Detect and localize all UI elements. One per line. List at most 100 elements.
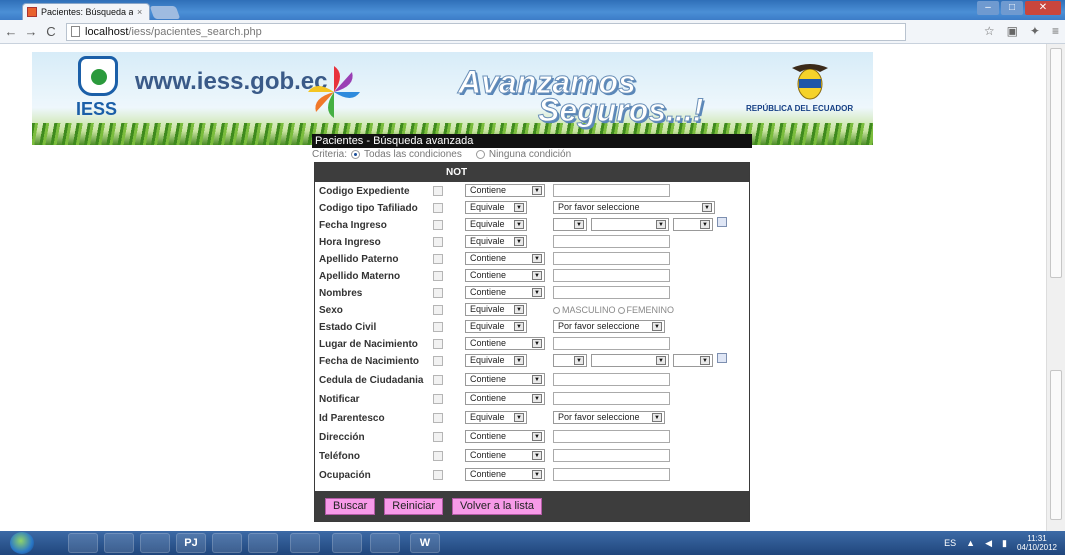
address-bar[interactable]: localhost /iess/pacientes_search.php [66, 22, 906, 41]
close-window-button[interactable]: ✕ [1025, 1, 1061, 15]
start-button-icon[interactable] [10, 532, 34, 554]
value-input[interactable] [553, 392, 670, 405]
ie-icon[interactable] [140, 533, 170, 553]
operator-select[interactable]: Contiene ▼ [465, 373, 545, 386]
calendar-icon[interactable] [717, 353, 727, 363]
operator-select[interactable]: Equivale ▼ [465, 303, 527, 316]
clock[interactable]: 11:31 04/10/2012 [1017, 534, 1057, 552]
operator-select[interactable]: Contiene ▼ [465, 184, 545, 197]
value-input[interactable] [553, 430, 670, 443]
scrollbar-thumb-upper[interactable] [1050, 48, 1062, 278]
not-checkbox[interactable] [433, 432, 443, 442]
operator-select[interactable]: Equivale ▼ [465, 354, 527, 367]
tray-arrow-icon[interactable]: ▲ [966, 538, 975, 548]
year-select[interactable]: ▼ [673, 354, 713, 367]
reset-button[interactable]: Reiniciar [384, 497, 444, 515]
operator-select[interactable]: Equivale ▼ [465, 201, 527, 214]
back-button[interactable]: ← [2, 24, 20, 39]
day-select[interactable]: ▼ [553, 354, 587, 367]
not-checkbox[interactable] [433, 254, 443, 264]
operator-select[interactable]: Contiene ▼ [465, 449, 545, 462]
value-input[interactable] [553, 235, 670, 248]
scrollbar-thumb-lower[interactable] [1050, 370, 1062, 520]
value-input[interactable] [553, 286, 670, 299]
criteria-all-radio[interactable] [351, 150, 361, 159]
operator-select[interactable]: Contiene ▼ [465, 392, 545, 405]
value-input[interactable] [553, 373, 670, 386]
value-input[interactable] [553, 269, 670, 282]
field-label: Teléfono [319, 451, 360, 462]
bookmark-star-icon[interactable]: ☆ [984, 24, 995, 38]
value-input[interactable] [553, 468, 670, 481]
value-input[interactable] [553, 337, 670, 350]
male-radio[interactable] [553, 306, 560, 314]
not-checkbox[interactable] [433, 339, 443, 349]
page-scrollbar[interactable] [1046, 44, 1065, 531]
url-path: /iess/pacientes_search.php [128, 25, 262, 38]
xampp-icon[interactable] [332, 533, 362, 553]
value-select[interactable]: Por favor seleccione ▼ [553, 411, 665, 424]
operator-select[interactable]: Equivale ▼ [465, 218, 527, 231]
female-radio[interactable] [617, 306, 625, 314]
chrome-icon[interactable] [290, 533, 320, 553]
operator-select[interactable]: Equivale ▼ [465, 320, 527, 333]
not-checkbox[interactable] [433, 305, 443, 315]
new-tab-button[interactable] [149, 6, 181, 19]
word-icon[interactable]: W [410, 533, 440, 553]
menu-icon[interactable]: ≡ [1052, 24, 1059, 38]
value-select[interactable]: Por favor seleccione ▼ [553, 320, 665, 333]
not-checkbox[interactable] [433, 271, 443, 281]
not-checkbox[interactable] [433, 356, 443, 366]
dropdown-arrow-icon: ▼ [532, 375, 542, 384]
value-select[interactable]: Por favor seleccione ▼ [553, 201, 715, 214]
browser-tab[interactable]: Pacientes: Búsqueda avanz × [22, 3, 150, 20]
not-checkbox[interactable] [433, 322, 443, 332]
calendar-icon[interactable] [717, 217, 727, 227]
maximize-button[interactable]: □ [1001, 1, 1023, 15]
value-input[interactable] [553, 449, 670, 462]
day-select[interactable]: ▼ [553, 218, 587, 231]
reload-button[interactable]: C [42, 24, 60, 39]
operator-select[interactable]: Contiene ▼ [465, 286, 545, 299]
operator-select[interactable]: Equivale ▼ [465, 235, 527, 248]
not-checkbox[interactable] [433, 451, 443, 461]
not-checkbox[interactable] [433, 203, 443, 213]
language-indicator[interactable]: ES [944, 538, 956, 548]
volume-icon[interactable]: ◀ [985, 538, 992, 549]
back-to-list-button[interactable]: Volver a la lista [452, 497, 543, 515]
network-icon[interactable]: ▮ [1002, 538, 1007, 549]
not-checkbox[interactable] [433, 186, 443, 196]
notepad-icon[interactable] [248, 533, 278, 553]
not-checkbox[interactable] [433, 237, 443, 247]
operator-select[interactable]: Contiene ▼ [465, 430, 545, 443]
field-label: Codigo Expediente [319, 186, 410, 197]
criteria-none-radio[interactable] [475, 150, 485, 159]
value-input[interactable] [553, 184, 670, 197]
excel-icon[interactable] [370, 533, 400, 553]
addon-icon[interactable]: ✦ [1030, 24, 1040, 38]
year-select[interactable]: ▼ [673, 218, 713, 231]
search-button[interactable]: Buscar [325, 497, 376, 515]
not-checkbox[interactable] [433, 470, 443, 480]
operator-select[interactable]: Contiene ▼ [465, 269, 545, 282]
operator-select[interactable]: Contiene ▼ [465, 252, 545, 265]
tab-close-icon[interactable]: × [137, 7, 142, 17]
operator-select[interactable]: Equivale ▼ [465, 411, 527, 424]
value-input[interactable] [553, 252, 670, 265]
month-select[interactable]: ▼ [591, 218, 669, 231]
explorer-icon[interactable] [212, 533, 242, 553]
not-checkbox[interactable] [433, 375, 443, 385]
not-checkbox[interactable] [433, 413, 443, 423]
month-select[interactable]: ▼ [591, 354, 669, 367]
extension-icon[interactable]: ▣ [1007, 24, 1018, 38]
not-checkbox[interactable] [433, 394, 443, 404]
not-checkbox[interactable] [433, 220, 443, 230]
operator-select[interactable]: Contiene ▼ [465, 468, 545, 481]
forward-button[interactable]: → [22, 24, 40, 39]
outlook-icon[interactable] [104, 533, 134, 553]
media-player-icon[interactable] [68, 533, 98, 553]
not-checkbox[interactable] [433, 288, 443, 298]
pj-app-icon[interactable]: PJ [176, 533, 206, 553]
operator-select[interactable]: Contiene ▼ [465, 337, 545, 350]
minimize-button[interactable]: – [977, 1, 999, 15]
